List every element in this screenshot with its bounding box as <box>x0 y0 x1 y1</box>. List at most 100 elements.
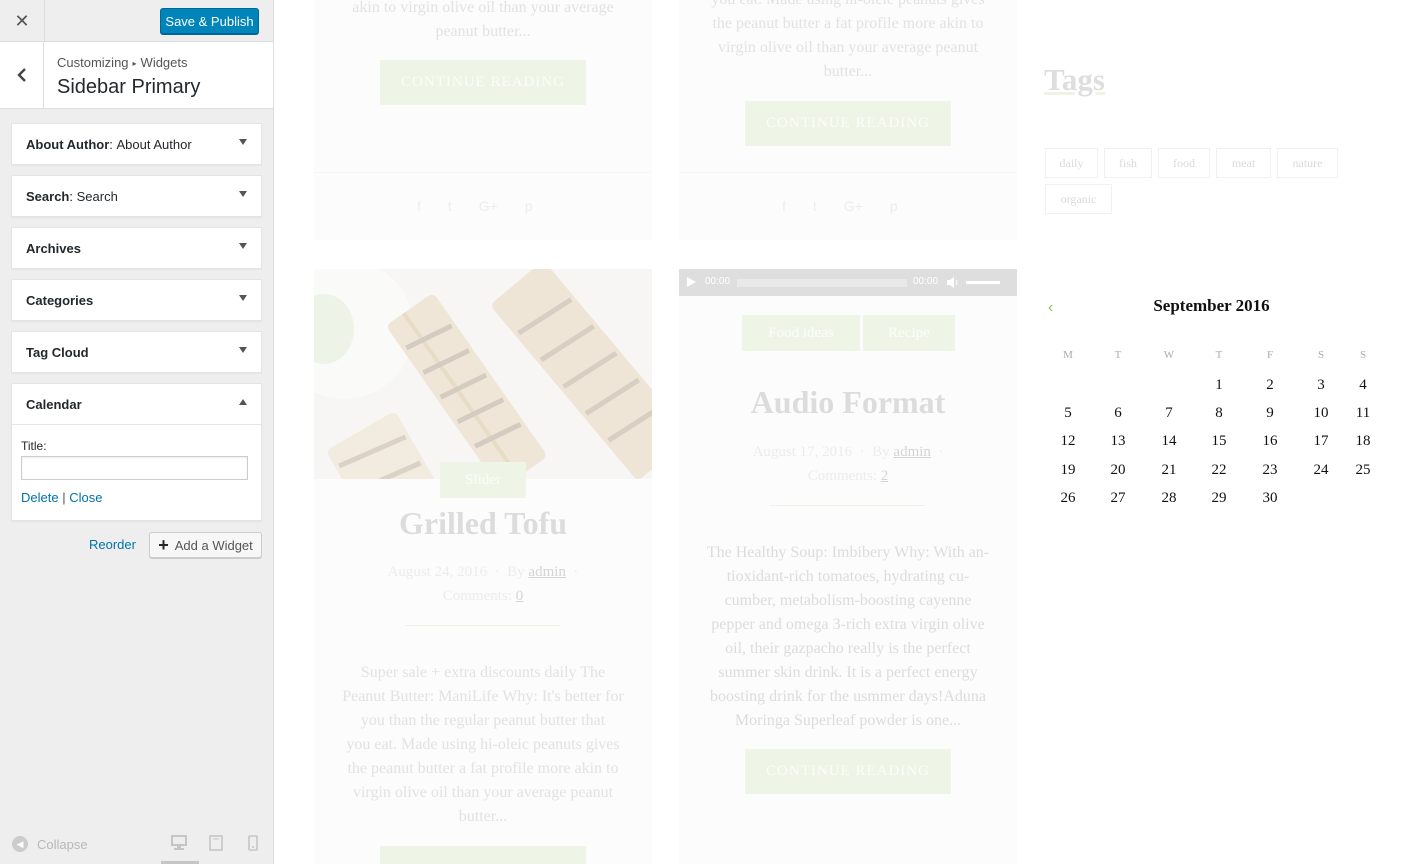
grilled-tofu-image[interactable] <box>314 269 652 479</box>
expand-arrow-icon[interactable] <box>239 191 247 197</box>
calendar-day[interactable]: 20 <box>1103 462 1133 479</box>
site-preview: akin to virgin olive oil than your avera… <box>274 0 1419 864</box>
calendar-day[interactable]: 9 <box>1255 405 1285 422</box>
widget-header[interactable]: About Author: About Author <box>12 124 261 164</box>
reorder-link[interactable]: Reorder <box>89 537 136 552</box>
google-plus-icon[interactable]: G+ <box>844 198 863 214</box>
calendar-day[interactable]: 4 <box>1348 377 1378 394</box>
calendar-day[interactable]: 22 <box>1204 462 1234 479</box>
close-icon[interactable]: ✕ <box>0 0 45 42</box>
tablet-preview-icon[interactable] <box>209 835 223 856</box>
share-icons: f t G+ p <box>782 198 898 214</box>
calendar-weekday: T <box>1215 349 1223 361</box>
tag-link[interactable]: organic <box>1045 184 1112 214</box>
expand-arrow-icon[interactable] <box>239 295 247 301</box>
tag-link[interactable]: daily <box>1045 148 1098 178</box>
calendar-day[interactable]: 6 <box>1103 405 1133 422</box>
tag-link[interactable]: nature <box>1277 148 1338 178</box>
calendar-day[interactable]: 5 <box>1053 405 1083 422</box>
calendar-day[interactable]: 8 <box>1204 405 1234 422</box>
calendar-day[interactable]: 16 <box>1255 433 1285 450</box>
calendar-day[interactable]: 24 <box>1306 462 1336 479</box>
calendar-month-title: September 2016 <box>1153 296 1270 315</box>
calendar-day[interactable]: 23 <box>1255 462 1285 479</box>
calendar-day[interactable]: 26 <box>1053 490 1083 507</box>
calendar-day[interactable]: 12 <box>1053 433 1083 450</box>
calendar-day[interactable]: 27 <box>1103 490 1133 507</box>
widget-header[interactable]: Search: Search <box>12 176 261 216</box>
calendar-day[interactable]: 3 <box>1306 377 1336 394</box>
google-plus-icon[interactable]: G+ <box>479 198 498 214</box>
continue-reading-button[interactable]: CONTINUE READING <box>745 749 951 794</box>
pinterest-icon[interactable]: p <box>890 198 898 214</box>
author-link[interactable]: admin <box>893 444 931 460</box>
widget-search: Search: Search <box>11 175 262 217</box>
twitter-icon[interactable]: t <box>813 198 817 214</box>
category-badge[interactable]: Slider <box>440 462 526 498</box>
calendar-day[interactable]: 10 <box>1306 405 1336 422</box>
widget-header[interactable]: Calendar <box>12 384 261 424</box>
collapse-button[interactable]: ◀ Collapse <box>12 836 88 852</box>
widget-header[interactable]: Archives <box>12 228 261 268</box>
continue-reading-button[interactable]: CONTINUE READING <box>745 101 951 146</box>
collapse-arrow-icon[interactable] <box>239 399 247 405</box>
calendar-day[interactable]: 29 <box>1204 490 1234 507</box>
desktop-preview-icon[interactable] <box>171 835 187 855</box>
audio-player[interactable]: 00:00 00:00 <box>679 269 1017 296</box>
close-link[interactable]: Close <box>69 490 102 505</box>
calendar-day[interactable]: 1 <box>1204 377 1234 394</box>
continue-reading-button[interactable]: CONTINUE READING <box>380 60 586 105</box>
category-badge[interactable]: Recipe <box>863 315 955 351</box>
save-publish-button[interactable]: Save & Publish <box>160 8 259 34</box>
widget-header[interactable]: Tag Cloud <box>12 332 261 372</box>
volume-icon[interactable] <box>947 277 958 288</box>
link-separator: | <box>62 490 66 505</box>
calendar-day[interactable]: 18 <box>1348 433 1378 450</box>
widget-header[interactable]: Categories <box>12 280 261 320</box>
comments-count[interactable]: 0 <box>516 588 524 604</box>
divider <box>679 172 1017 173</box>
category-badge[interactable]: Food ideas <box>742 315 860 351</box>
progress-rail[interactable] <box>737 279 907 287</box>
title-input[interactable] <box>21 456 248 480</box>
comments-count[interactable]: 2 <box>881 468 889 484</box>
expand-arrow-icon[interactable] <box>239 347 247 353</box>
mobile-preview-icon[interactable] <box>248 835 258 856</box>
calendar-day[interactable]: 28 <box>1154 490 1184 507</box>
calendar-day[interactable]: 15 <box>1204 433 1234 450</box>
add-widget-button[interactable]: + Add a Widget <box>149 532 262 558</box>
tag-link[interactable]: meat <box>1216 148 1271 178</box>
calendar-day[interactable]: 19 <box>1053 462 1083 479</box>
calendar-day[interactable]: 13 <box>1103 433 1133 450</box>
calendar-weekday: T <box>1114 349 1122 361</box>
calendar-day[interactable]: 25 <box>1348 462 1378 479</box>
calendar-day[interactable]: 11 <box>1348 405 1378 422</box>
calendar-day[interactable]: 21 <box>1154 462 1184 479</box>
breadcrumb-root: Customizing <box>57 55 129 70</box>
calendar-day[interactable]: 14 <box>1154 433 1184 450</box>
breadcrumb-child: Widgets <box>140 55 188 70</box>
widget-archives: Archives <box>11 227 262 269</box>
calendar-day[interactable]: 30 <box>1255 490 1285 507</box>
divider <box>405 625 560 626</box>
author-link[interactable]: admin <box>528 564 566 580</box>
widget-form: Title: Delete | Close <box>12 424 261 520</box>
continue-reading-button[interactable] <box>380 846 586 864</box>
calendar-day[interactable]: 7 <box>1154 405 1184 422</box>
expand-arrow-icon[interactable] <box>239 243 247 249</box>
facebook-icon[interactable]: f <box>417 198 421 214</box>
tag-link[interactable]: food <box>1158 148 1210 178</box>
volume-slider[interactable] <box>966 281 1000 284</box>
post-title[interactable]: Grilled Tofu <box>314 505 652 542</box>
facebook-icon[interactable]: f <box>782 198 786 214</box>
pinterest-icon[interactable]: p <box>525 198 533 214</box>
back-arrow-icon[interactable] <box>0 42 44 108</box>
tag-link[interactable]: fish <box>1104 148 1152 178</box>
calendar-day[interactable]: 17 <box>1306 433 1336 450</box>
expand-arrow-icon[interactable] <box>239 139 247 145</box>
play-icon[interactable] <box>687 277 696 287</box>
post-title[interactable]: Audio Format <box>679 384 1017 421</box>
delete-link[interactable]: Delete <box>21 490 59 505</box>
calendar-day[interactable]: 2 <box>1255 377 1285 394</box>
twitter-icon[interactable]: t <box>448 198 452 214</box>
